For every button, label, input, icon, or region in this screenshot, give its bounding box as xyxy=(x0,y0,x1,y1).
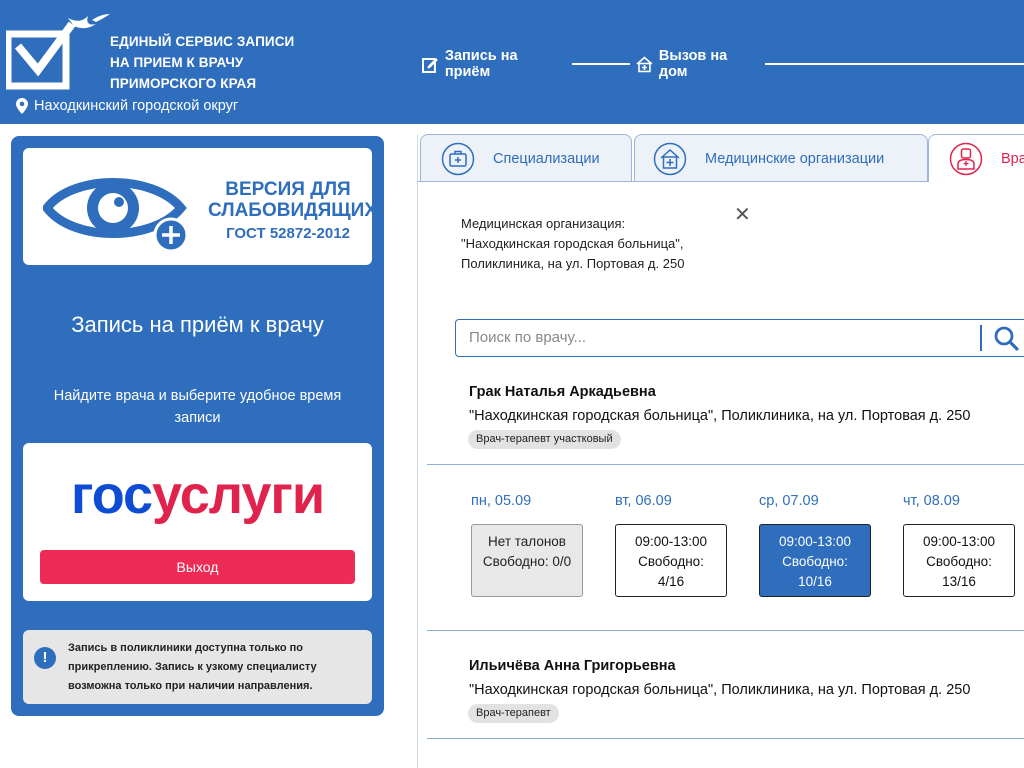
tab-specializations[interactable]: Специализации xyxy=(420,134,632,182)
search-icon[interactable] xyxy=(993,325,1019,351)
gost-label: ГОСТ 52872-2012 xyxy=(226,225,350,242)
attachment-notice: ! Запись в поликлиники доступна только п… xyxy=(23,630,372,704)
site-title[interactable]: ЕДИНЫЙ СЕРВИС ЗАПИСИ НА ПРИЕМ К ВРАЧУ ПР… xyxy=(110,31,294,94)
low-vision-version-button[interactable]: ВЕРСИЯ ДЛЯ СЛАБОВИДЯЩИХ ГОСТ 52872-2012 xyxy=(23,148,377,265)
gosuslugi-logo-part: услуги xyxy=(152,465,325,525)
doctor-role-badge: Врач-терапевт участковый xyxy=(468,430,621,449)
slot-line: 10/16 xyxy=(798,574,832,589)
sidebar-heading: Запись на приём к врачу xyxy=(71,312,324,337)
low-vision-text: ВЕРСИЯ ДЛЯ СЛАБОВИДЯЩИХ ГОСТ 52872-2012 xyxy=(208,179,377,244)
doctor-icon xyxy=(949,142,983,175)
day-label: чт, 08.09 xyxy=(903,493,960,509)
step-home-visit-label: Вызов на дом xyxy=(658,48,728,80)
org-line: Медицинская организация: xyxy=(461,216,626,231)
divider xyxy=(427,464,1024,465)
time-slot: Нет талонов Свободно: 0/0 xyxy=(471,524,583,597)
gosuslugi-logo: госуслуги xyxy=(23,465,372,525)
step-connector xyxy=(765,63,1024,65)
step-home-visit[interactable]: Вызов на дом xyxy=(636,48,759,80)
time-slot[interactable]: 09:00-13:00 Свободно: 10/16 xyxy=(759,524,871,597)
time-slot[interactable]: 09:00-13:00 Свободно: 4/16 xyxy=(615,524,727,597)
doctor-role-badge: Врач-терапевт xyxy=(468,704,559,723)
sidebar-subheading: Найдите врача и выберите удобное время з… xyxy=(53,388,342,426)
step-appointment-label: Запись на приём xyxy=(444,48,518,80)
day-label: пн, 05.09 xyxy=(471,493,532,509)
doctor-organization: "Находкинская городская больница", Полик… xyxy=(469,682,971,698)
doctor-search xyxy=(455,319,1024,357)
close-icon[interactable]: ✕ xyxy=(734,202,751,227)
time-slot[interactable]: 09:00-13:00 Свободно: 13/16 xyxy=(903,524,1015,597)
region-selector[interactable]: Находкинский городской округ xyxy=(16,98,238,114)
slot-line: Свободно: xyxy=(926,554,992,569)
org-line: Поликлиника, на ул. Портовая д. 250 xyxy=(461,256,685,271)
header: ЕДИНЫЙ СЕРВИС ЗАПИСИ НА ПРИЕМ К ВРАЧУ ПР… xyxy=(0,0,1024,124)
slot-line: 4/16 xyxy=(657,574,685,589)
slot-line: Свободно: 0/0 xyxy=(482,554,572,569)
slot-line: 13/16 xyxy=(942,574,976,589)
divider xyxy=(427,738,1024,739)
sidebar: ВЕРСИЯ ДЛЯ СЛАБОВИДЯЩИХ ГОСТ 52872-2012 … xyxy=(11,136,384,716)
doctor-organization: "Находкинская городская больница", Полик… xyxy=(469,408,971,424)
logout-button[interactable]: Выход xyxy=(40,550,355,584)
search-input[interactable] xyxy=(456,320,980,355)
step-connector xyxy=(572,63,630,65)
location-pin-icon xyxy=(16,98,28,114)
slot-line: 09:00-13:00 xyxy=(778,534,852,549)
tab-label: Вра xyxy=(1001,150,1024,167)
step-appointment[interactable]: Запись на приём xyxy=(422,48,566,80)
tab-bar: Специализации Медицинские организации Вр… xyxy=(418,134,1024,182)
medkit-icon xyxy=(441,142,475,175)
site-title-line: ПРИМОРСКОГО КРАЯ xyxy=(110,76,257,91)
gosuslugi-logo-part: гос xyxy=(70,465,153,525)
low-vision-line: СЛАБОВИДЯЩИХ xyxy=(208,200,377,221)
day-label: ср, 07.09 xyxy=(759,493,819,509)
slot-line: Нет талонов xyxy=(488,534,566,549)
tab-baseline xyxy=(418,181,928,182)
low-vision-line: ВЕРСИЯ ДЛЯ xyxy=(225,179,351,200)
slot-line: Свободно: xyxy=(782,554,848,569)
tab-medical-organizations[interactable]: Медицинские организации xyxy=(634,134,928,182)
eye-icon xyxy=(43,178,189,253)
main-content: Специализации Медицинские организации Вр… xyxy=(417,134,1024,768)
divider xyxy=(427,630,1024,631)
edit-icon xyxy=(422,57,438,73)
org-line: "Находкинская городская больница", xyxy=(461,236,684,251)
region-label: Находкинский городской округ xyxy=(34,98,239,114)
tab-label: Специализации xyxy=(493,150,600,167)
site-title-line: НА ПРИЕМ К ВРАЧУ xyxy=(110,55,244,70)
house-icon xyxy=(636,55,653,72)
tab-label: Медицинские организации xyxy=(705,150,885,167)
doctor-name[interactable]: Ильичёва Анна Григорьевна xyxy=(469,658,676,674)
info-icon: ! xyxy=(34,647,56,669)
header-steps: Запись на приём Вызов на дом xyxy=(422,48,1024,80)
day-label: вт, 06.09 xyxy=(615,493,672,509)
selected-organization: Медицинская организация: "Находкинская г… xyxy=(461,214,684,274)
logo-icon[interactable] xyxy=(4,12,110,92)
hospital-icon xyxy=(653,142,687,175)
slot-line: 09:00-13:00 xyxy=(634,534,708,549)
slot-line: 09:00-13:00 xyxy=(922,534,996,549)
search-separator xyxy=(980,325,982,351)
notice-text: Запись в поликлиники доступна только по … xyxy=(68,642,317,692)
gosuslugi-card: госуслуги Выход xyxy=(23,443,372,601)
tab-doctors[interactable]: Вра xyxy=(928,134,1024,182)
doctor-name[interactable]: Грак Наталья Аркадьевна xyxy=(469,384,656,400)
slot-line: Свободно: xyxy=(638,554,704,569)
site-title-line: ЕДИНЫЙ СЕРВИС ЗАПИСИ xyxy=(110,34,295,49)
